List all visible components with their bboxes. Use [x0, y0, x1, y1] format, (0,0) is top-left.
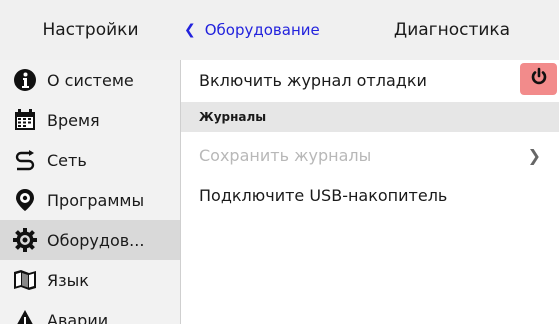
back-button[interactable]: ❮ Оборудование — [184, 0, 320, 60]
info-icon — [12, 67, 38, 93]
section-title: Журналы — [199, 110, 267, 124]
sidebar-item-label: Сеть — [47, 150, 87, 170]
usb-hint-row: Подключите USB-накопитель — [181, 175, 559, 215]
power-icon — [529, 67, 549, 91]
sidebar-item-label: Оборудов... — [47, 230, 145, 250]
sidebar-item-hardware[interactable]: Оборудов... — [0, 220, 180, 260]
sidebar-item-apps[interactable]: Программы — [0, 180, 180, 220]
save-logs-row[interactable]: Сохранить журналы ❯ — [181, 135, 559, 175]
sidebar-item-label: Язык — [47, 270, 89, 290]
save-logs-label: Сохранить журналы — [199, 145, 372, 165]
sidebar-item-label: О системе — [47, 70, 134, 90]
debug-log-toggle-button[interactable] — [520, 63, 557, 95]
debug-log-label: Включить журнал отладки — [199, 70, 427, 90]
page-title: Диагностика — [393, 20, 511, 40]
sidebar-item-label: Программы — [47, 190, 145, 210]
sidebar-item-network[interactable]: Сеть — [0, 140, 180, 180]
sidebar-item-alarms[interactable]: Аварии — [0, 300, 180, 324]
chevron-right-icon: ❯ — [527, 146, 541, 165]
header-bar: Настройки ❮ Оборудование Диагностика — [0, 0, 559, 61]
chevron-left-icon: ❮ — [184, 22, 196, 38]
map-icon — [12, 267, 38, 293]
warning-icon — [12, 307, 38, 324]
gear-icon — [12, 227, 38, 253]
sidebar-item-language[interactable]: Язык — [0, 260, 180, 300]
calendar-icon — [12, 107, 38, 133]
content-panel: Включить журнал отладки Журналы Сохранит… — [181, 60, 559, 324]
network-icon — [12, 147, 38, 173]
usb-hint-label: Подключите USB-накопитель — [199, 185, 448, 205]
sidebar-item-time[interactable]: Время — [0, 100, 180, 140]
debug-log-row: Включить журнал отладки — [181, 60, 559, 100]
logs-section-header: Журналы — [181, 102, 559, 132]
app-title: Настройки — [42, 20, 139, 40]
back-button-label: Оборудование — [204, 21, 320, 39]
apps-icon — [12, 187, 38, 213]
sidebar-item-label: Аварии — [47, 310, 109, 324]
sidebar: О системе Время Сеть Программы Оборудов.… — [0, 60, 181, 324]
sidebar-item-about[interactable]: О системе — [0, 60, 180, 100]
sidebar-item-label: Время — [47, 110, 100, 130]
